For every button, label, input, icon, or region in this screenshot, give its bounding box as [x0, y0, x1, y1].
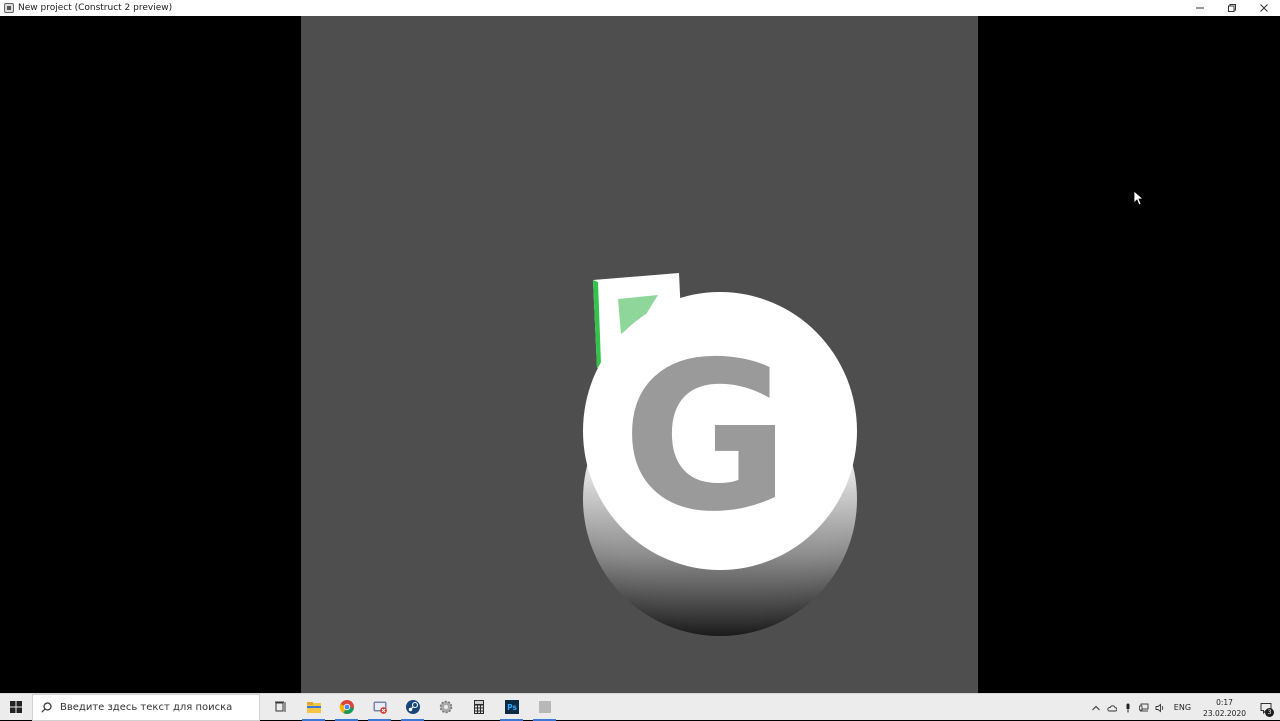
show-hidden-icons-chevron: [1091, 705, 1100, 710]
clock-time: 0:17: [1216, 697, 1233, 707]
clock-date: 23.02.2020: [1203, 708, 1246, 718]
minimize-icon: [1196, 7, 1204, 9]
taskbar-calculator[interactable]: [462, 694, 495, 721]
microphone-icon: [1126, 703, 1130, 712]
show-hidden-icons-button[interactable]: [1088, 694, 1104, 721]
minimize-button[interactable]: [1184, 0, 1216, 16]
game-canvas[interactable]: G: [301, 16, 978, 693]
network-icon: [1138, 703, 1149, 711]
calculator-icon: [473, 700, 484, 714]
taskbar-photoshop[interactable]: Ps: [495, 694, 528, 721]
photoshop-icon: Ps: [504, 700, 519, 714]
onedrive-icon: [1107, 704, 1117, 711]
input-language-indicator[interactable]: ENG: [1168, 703, 1197, 712]
token-letter: G: [622, 319, 790, 557]
taskbar-steam[interactable]: [396, 694, 429, 721]
windows-logo-icon: [10, 701, 22, 713]
construct-icon: [4, 3, 14, 13]
taskbar-chrome[interactable]: [330, 694, 363, 721]
game-scene: G: [583, 273, 857, 636]
window-title: New project (Construct 2 preview): [18, 3, 173, 13]
restore-button[interactable]: [1216, 0, 1248, 16]
action-center-button[interactable]: 3: [1252, 694, 1280, 721]
search-icon: [41, 701, 52, 713]
task-view-button[interactable]: [264, 694, 297, 721]
taskbar: Введите здесь текст для поиска Ps ENG 0:…: [0, 693, 1280, 721]
close-icon: [1260, 4, 1268, 12]
screen-recorder-icon: [373, 701, 387, 714]
restore-icon: [1228, 4, 1236, 12]
close-button[interactable]: [1248, 0, 1280, 16]
title-bar: New project (Construct 2 preview): [0, 0, 1280, 16]
search-placeholder: Введите здесь текст для поиска: [60, 701, 233, 713]
steam-icon: [405, 700, 420, 714]
onedrive-button[interactable]: [1104, 694, 1120, 721]
start-button[interactable]: [0, 694, 32, 721]
svg-text:Ps: Ps: [507, 703, 517, 712]
microphone-button[interactable]: [1120, 694, 1136, 721]
preview-window-icon: [538, 701, 551, 713]
taskbar-clock[interactable]: 0:17 23.02.2020: [1197, 697, 1252, 719]
game-viewport[interactable]: G: [0, 16, 1280, 693]
system-tray: ENG 0:17 23.02.2020 3: [1088, 694, 1280, 721]
network-button[interactable]: [1136, 694, 1152, 721]
window-controls: [1184, 0, 1280, 16]
mouse-cursor-icon: [1134, 191, 1144, 206]
taskbar-settings[interactable]: [429, 694, 462, 721]
task-view-icon: [274, 701, 285, 712]
file-explorer-icon: [306, 702, 321, 713]
taskbar-preview-window[interactable]: [528, 694, 561, 721]
volume-button[interactable]: [1152, 694, 1168, 721]
chrome-icon: [339, 700, 354, 714]
settings-gear-icon: [439, 700, 452, 714]
notification-count-badge: 3: [1265, 708, 1274, 717]
taskbar-screen-recorder[interactable]: [363, 694, 396, 721]
taskbar-file-explorer[interactable]: [297, 694, 330, 721]
volume-icon: [1155, 703, 1164, 712]
taskbar-search[interactable]: Введите здесь текст для поиска: [32, 693, 260, 721]
